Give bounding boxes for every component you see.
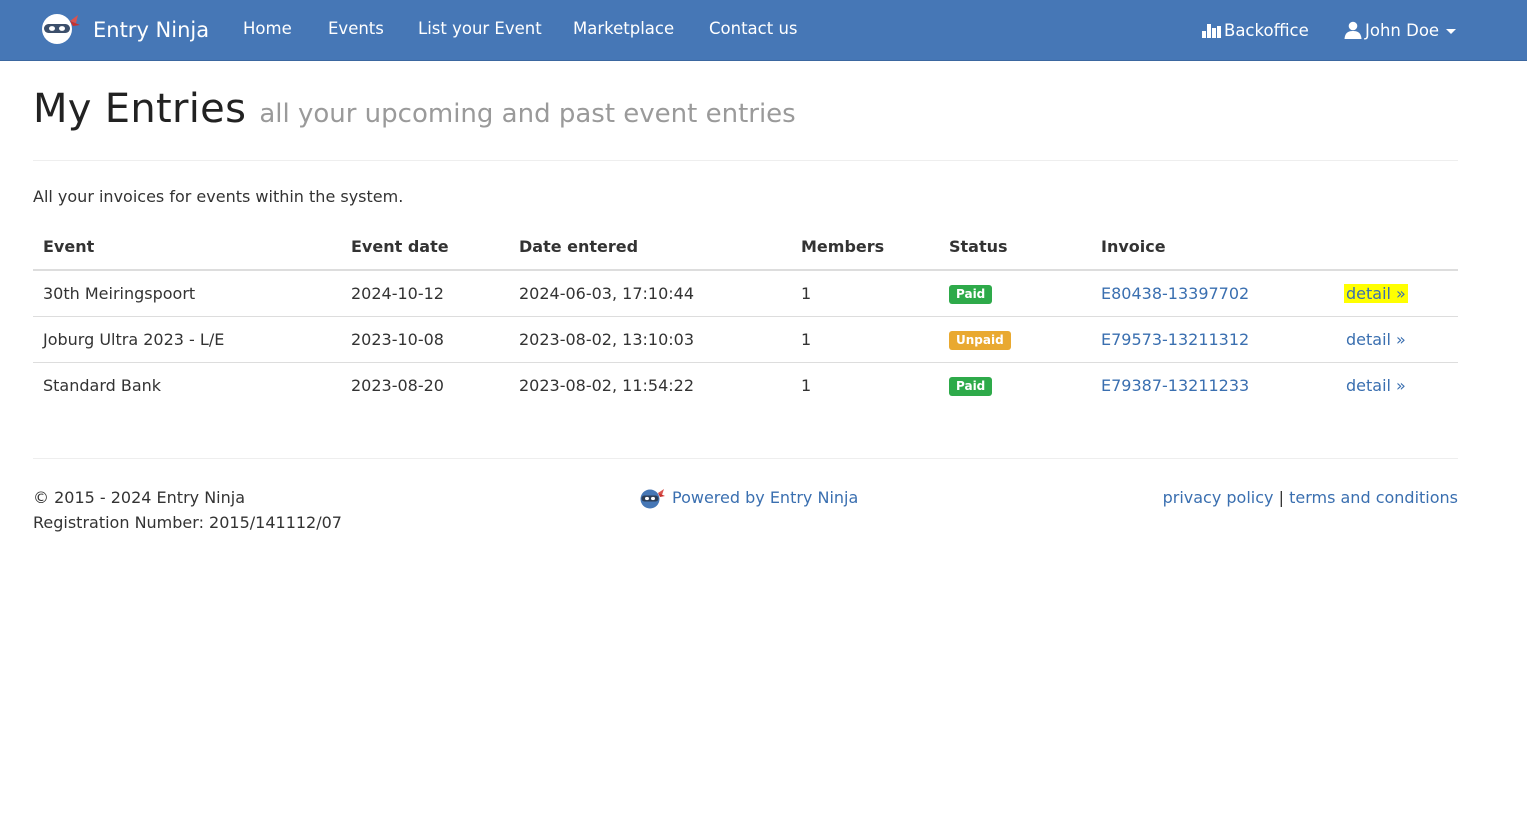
nav-events[interactable]: Events [328,0,384,60]
event-name: 30th Meiringspoort [43,283,196,303]
backoffice-label: Backoffice [1224,20,1309,40]
ninja-logo-icon [639,487,665,509]
brand-link[interactable]: Entry Ninja [40,0,209,60]
status-badge: Unpaid [949,330,1011,350]
invoice-link[interactable]: E79573-13211312 [1101,330,1249,349]
detail-link[interactable]: detail » [1344,330,1408,349]
column-header-event: Event [33,224,341,271]
privacy-policy-link[interactable]: privacy policy [1163,488,1274,507]
date-entered: 2024-06-03, 17:10:44 [519,283,695,303]
event-name: Standard Bank [33,361,341,408]
caret-down-icon [1446,28,1457,34]
user-icon [1344,21,1362,39]
members-count: 1 [791,361,939,408]
page-title: My Entries [33,86,247,132]
user-name: John Doe [1365,20,1440,40]
event-date: 2024-10-12 [351,283,444,303]
table-row: Standard Bank 2023-08-20 2023-08-02, 11:… [33,361,1458,408]
ninja-logo-icon [40,11,82,49]
table-row: 30th Meiringspoort 2024-10-12 2024-06-03… [33,270,1458,316]
top-navbar: Entry Ninja Home Events List your Event … [0,0,1527,61]
date-entered: 2023-08-02, 13:10:03 [509,315,791,362]
invoice-link[interactable]: E80438-13397702 [1101,284,1249,303]
intro-text: All your invoices for events within the … [33,187,404,206]
backoffice-link[interactable]: Backoffice [1202,0,1309,60]
terms-link[interactable]: terms and conditions [1289,488,1458,507]
table-row: Joburg Ultra 2023 - L/E 2023-10-08 2023-… [33,315,1458,362]
members-count: 1 [801,283,812,303]
copyright-text: © 2015 - 2024 Entry Ninja [33,488,246,507]
column-header-event-date: Event date [341,224,509,271]
registration-number: Registration Number: 2015/141112/07 [33,513,342,532]
nav-home[interactable]: Home [243,0,292,60]
nav-contact-us[interactable]: Contact us [709,0,798,60]
column-header-members: Members [791,224,939,271]
powered-by: Powered by Entry Ninja [639,485,858,510]
footer-divider [33,458,1458,459]
invoice-link[interactable]: E79387-13211233 [1101,376,1249,395]
date-entered: 2023-08-02, 11:54:22 [509,361,791,408]
entries-table: Event Event date Date entered Members St… [33,224,1458,408]
footer-left: © 2015 - 2024 Entry Ninja Registration N… [33,485,342,535]
nav-marketplace[interactable]: Marketplace [573,0,674,60]
footer-separator: | [1278,488,1284,507]
status-badge: Paid [949,376,993,396]
column-header-actions [1309,224,1458,271]
event-name: Joburg Ultra 2023 - L/E [33,315,341,362]
page-subtitle: all your upcoming and past event entries [259,99,796,129]
nav-list-your-event[interactable]: List your Event [418,0,542,60]
column-header-status: Status [939,224,1091,271]
column-header-date-entered: Date entered [509,224,791,271]
bar-chart-icon [1202,22,1222,38]
user-menu-toggle[interactable]: John Doe [1344,0,1457,60]
event-date: 2023-10-08 [341,315,509,362]
members-count: 1 [791,315,939,362]
powered-by-link[interactable]: Powered by Entry Ninja [672,488,858,507]
status-badge: Paid [949,284,993,304]
event-date: 2023-08-20 [341,361,509,408]
header-divider [33,160,1458,161]
column-header-invoice: Invoice [1091,224,1309,271]
page-header: My Entries all your upcoming and past ev… [33,86,796,132]
table-header-row: Event Event date Date entered Members St… [33,224,1458,271]
brand-name: Entry Ninja [93,18,210,42]
detail-link[interactable]: detail » [1344,376,1408,395]
footer-links: privacy policy | terms and conditions [1163,485,1458,510]
detail-link[interactable]: detail » [1344,283,1408,303]
